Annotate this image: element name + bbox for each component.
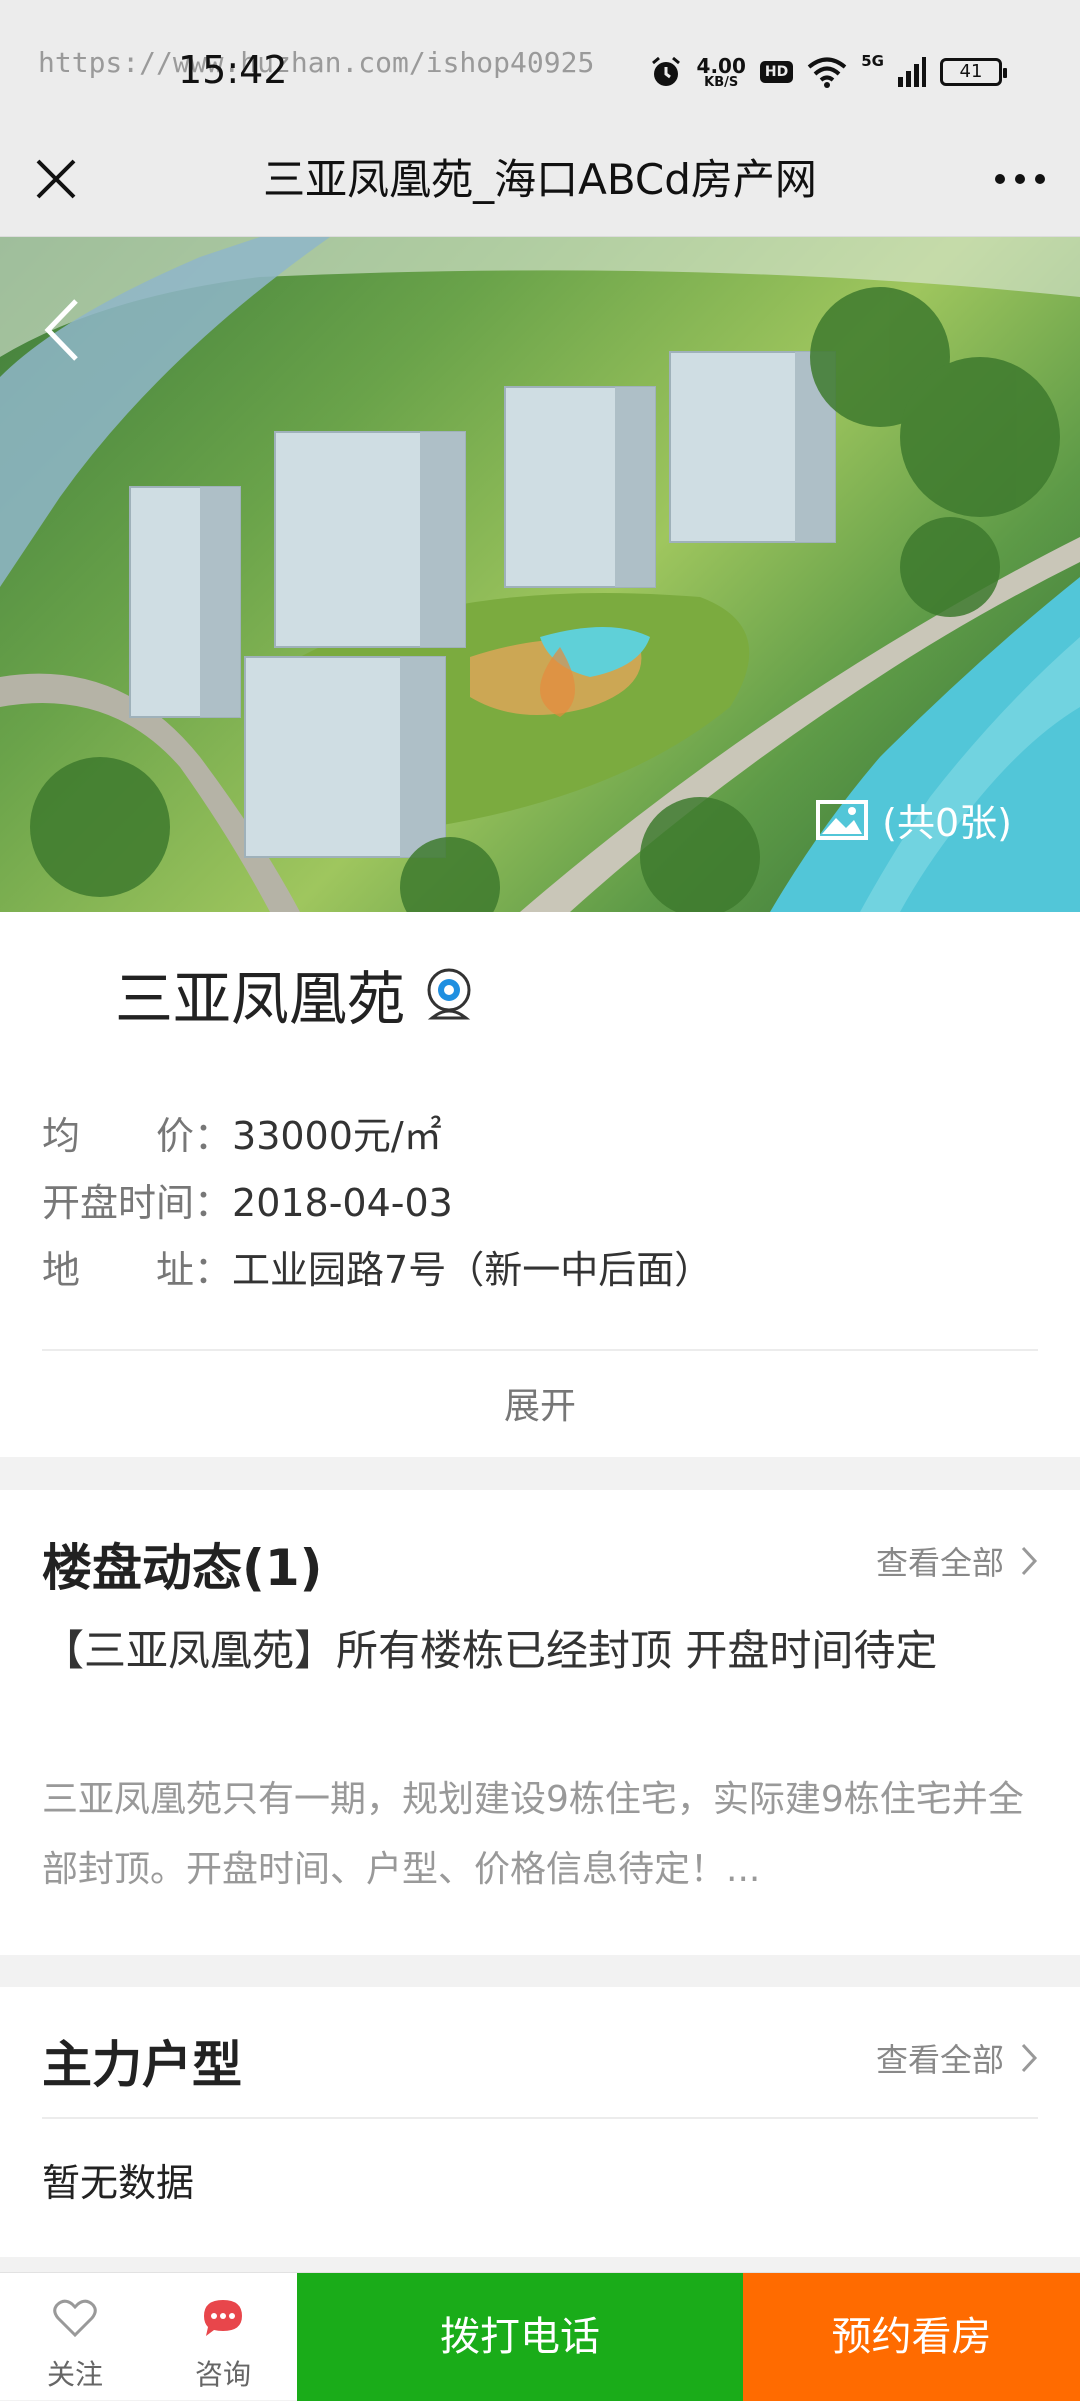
signal-icon (898, 57, 926, 87)
news-see-all-label: 查看全部 (875, 1544, 1004, 1582)
price-value: 33000元/㎡ (232, 1114, 442, 1158)
chat-icon (204, 2300, 242, 2336)
follow-label: 关注 (46, 2358, 103, 2391)
status-time: 15:42 (178, 48, 288, 92)
open-date-row: 开盘时间：2018-04-03 (42, 1172, 453, 1227)
floor-plans-see-all-label: 查看全部 (875, 2041, 1004, 2079)
status-bar: https://www.huzhan.com/ishop40925 15:42 … (0, 0, 1080, 135)
alarm-icon (651, 56, 680, 86)
floor-plans-divider (42, 2117, 1038, 2119)
news-summary: 三亚凤凰苑只有一期，规划建设9栋住宅，实际建9栋住宅并全部封顶。开盘时间、户型、… (42, 1779, 1024, 1890)
property-info-section: 三亚凤凰苑 均 价：33000元/㎡ 开盘时间：2018-04-03 地 址：工… (0, 912, 1080, 1457)
call-button[interactable]: 拨打电话 (297, 2273, 743, 2401)
news-see-all-link[interactable]: 查看全部 (876, 1538, 1038, 1584)
open-date-value: 2018-04-03 (232, 1181, 453, 1225)
status-icons: 4.00 KB/S HD 5G 41 (649, 52, 1007, 92)
info-divider (42, 1349, 1038, 1351)
property-hero-image[interactable]: (共0张) (0, 237, 1080, 912)
image-icon (816, 799, 869, 840)
book-viewing-button[interactable]: 预约看房 (743, 2273, 1080, 2401)
expand-button[interactable]: 展开 (0, 1377, 1080, 1429)
floor-plans-title: 主力户型 (42, 2036, 242, 2094)
address-value: 工业园路7号（新一中后面） (232, 1248, 713, 1292)
vr-camera-icon[interactable] (424, 964, 474, 1026)
open-date-label: 开盘时间： (42, 1181, 233, 1225)
news-section-title: 楼盘动态(1) (42, 1539, 323, 1597)
wifi-icon (807, 57, 847, 88)
watermark-text: https://www.huzhan.com/ishop40925 (38, 46, 595, 79)
property-news-section: 楼盘动态(1) 查看全部 【三亚凤凰苑】所有楼栋已经封顶 开盘时间待定 三亚凤凰… (0, 1490, 1080, 1955)
address-label: 地 址： (42, 1248, 233, 1292)
chevron-right-icon (1021, 2043, 1038, 2073)
chevron-right-icon (1021, 1546, 1038, 1576)
photo-count-label: (共0张) (882, 801, 1012, 845)
news-headline[interactable]: 【三亚凤凰苑】所有楼栋已经封顶 开盘时间待定 (42, 1620, 1038, 1682)
hd-icon: HD (759, 61, 794, 83)
consult-button[interactable]: 咨询 (148, 2273, 298, 2401)
floor-plans-empty-text: 暂无数据 (42, 2161, 195, 2205)
follow-button[interactable]: 关注 (0, 2273, 150, 2401)
net-speed: 4.00 KB/S (696, 53, 746, 90)
nav-bar: 三亚凤凰苑_海口ABCd房产网 (0, 135, 1080, 237)
floor-plans-see-all-link[interactable]: 查看全部 (876, 2035, 1038, 2081)
price-label: 均 价： (42, 1114, 233, 1158)
photo-count[interactable]: (共0张) (816, 792, 1012, 847)
battery-icon: 41 (940, 58, 1007, 86)
signal-5g-label: 5G (861, 52, 884, 70)
bottom-action-bar: 关注 咨询 拨打电话 预约看房 (0, 2272, 1080, 2401)
floor-plans-section: 主力户型 查看全部 暂无数据 (0, 1987, 1080, 2257)
heart-icon (53, 2299, 97, 2338)
property-name: 三亚凤凰苑 (115, 965, 406, 1033)
price-row: 均 价：33000元/㎡ (42, 1105, 442, 1160)
page-title: 三亚凤凰苑_海口ABCd房产网 (263, 155, 817, 204)
address-row: 地 址：工业园路7号（新一中后面） (42, 1239, 712, 1294)
consult-label: 咨询 (194, 2358, 251, 2391)
back-arrow-icon[interactable] (40, 295, 82, 365)
more-icon[interactable] (990, 153, 1050, 205)
